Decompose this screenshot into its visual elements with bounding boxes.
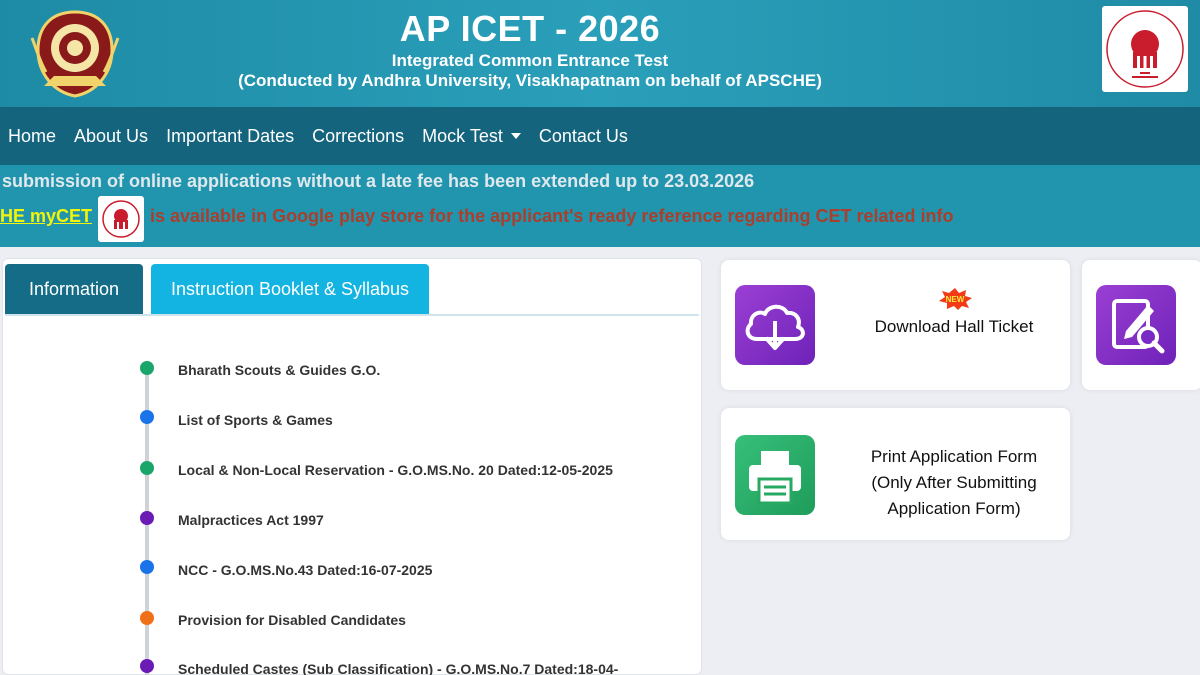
nav-home[interactable]: Home: [8, 126, 56, 147]
timeline-dot: [140, 410, 154, 424]
timeline-item-local-reservation[interactable]: Local & Non-Local Reservation - G.O.MS.N…: [178, 462, 613, 478]
nav-about-us[interactable]: About Us: [74, 126, 148, 147]
print-application-card[interactable]: Print Application Form (Only After Submi…: [721, 408, 1070, 540]
apsche-logo[interactable]: [1102, 6, 1188, 92]
page-subtitle: Integrated Common Entrance Test: [391, 51, 669, 70]
timeline-dot: [140, 659, 154, 673]
timeline-dot: [140, 511, 154, 525]
page-title: AP ICET - 2026: [399, 8, 661, 49]
timeline-item-scheduled-castes[interactable]: Scheduled Castes (Sub Classification) - …: [178, 661, 618, 675]
timeline-item-malpractices-act[interactable]: Malpractices Act 1997: [178, 512, 324, 528]
edit-search-icon: [1096, 285, 1176, 365]
main-navbar: Home About Us Important Dates Correction…: [0, 107, 1200, 165]
timeline-item-disabled-candidates[interactable]: Provision for Disabled Candidates: [178, 612, 406, 628]
new-badge-text: NEW: [946, 295, 965, 304]
download-hall-ticket-label: Download Hall Ticket: [874, 317, 1034, 336]
timeline-dot: [140, 560, 154, 574]
printer-icon: [735, 435, 815, 515]
timeline-dot: [140, 461, 154, 475]
tab-divider: [5, 314, 699, 316]
mycet-app-icon[interactable]: [98, 196, 144, 242]
nav-corrections[interactable]: Corrections: [312, 126, 404, 147]
cloud-download-icon: [735, 285, 815, 365]
nav-mock-test-label: Mock Test: [422, 125, 503, 146]
chevron-down-icon: [510, 133, 521, 139]
mycet-link[interactable]: HE myCET: [0, 206, 92, 227]
download-hall-ticket-card[interactable]: NEW Download Hall Ticket: [721, 260, 1070, 390]
site-header: AP ICET - 2026 Integrated Common Entranc…: [0, 0, 1200, 107]
new-badge-icon: NEW: [937, 288, 973, 310]
timeline-item-sports-games[interactable]: List of Sports & Games: [178, 412, 333, 428]
tab-information[interactable]: Information: [5, 264, 143, 314]
search-card[interactable]: [1082, 260, 1200, 390]
timeline-dot: [140, 361, 154, 375]
timeline-item-scouts-guides[interactable]: Bharath Scouts & Guides G.O.: [178, 362, 380, 378]
nav-contact-us[interactable]: Contact Us: [539, 126, 628, 147]
nav-mock-test[interactable]: Mock Test: [422, 126, 521, 147]
print-application-note: (Only After Submitting: [871, 473, 1037, 492]
print-application-note-2: Application Form): [887, 499, 1021, 518]
timeline-dot: [140, 611, 154, 625]
tab-instruction-booklet[interactable]: Instruction Booklet & Syllabus: [151, 264, 429, 314]
announcement-mycet[interactable]: is available in Google play store for th…: [150, 206, 954, 227]
timeline-item-ncc[interactable]: NCC - G.O.MS.No.43 Dated:16-07-2025: [178, 562, 432, 578]
announcement-late-fee[interactable]: submission of online applications withou…: [2, 171, 754, 192]
conducted-by-text: (Conducted by Andhra University, Visakha…: [238, 71, 822, 90]
nav-important-dates[interactable]: Important Dates: [166, 126, 294, 147]
print-application-label: Print Application Form: [870, 447, 1038, 466]
